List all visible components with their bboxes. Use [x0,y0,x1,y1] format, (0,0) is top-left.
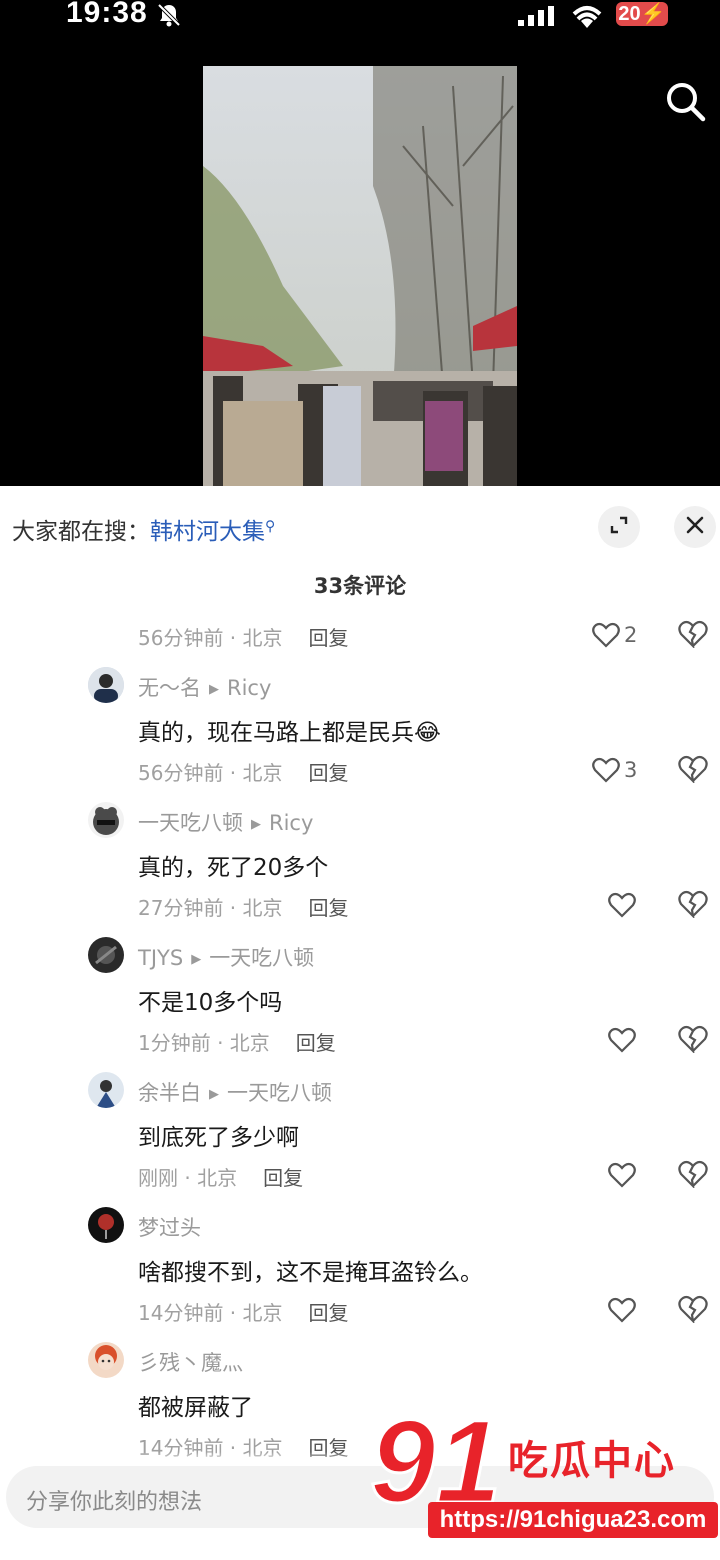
like-button[interactable] [608,890,668,920]
trending-prefix: 大家都在搜： [12,519,150,545]
video-thumbnail[interactable] [203,66,517,486]
small-search-icon: ⚲ [265,518,276,535]
comment-text: 啥都搜不到，这不是掩耳盗铃么。 [138,1260,483,1286]
comment-text: 真的，现在马路上都是民兵😂 [138,713,441,747]
broken-heart-icon [678,1025,708,1055]
avatar[interactable] [88,1207,124,1243]
author-name: TJYS [138,946,184,970]
like-button[interactable] [608,1295,668,1325]
status-bar: 19:38 20⚡ [0,0,720,40]
like-button[interactable] [608,1160,668,1190]
like-count: 2 [624,623,638,647]
expand-button[interactable] [598,506,640,548]
search-icon[interactable] [664,80,706,126]
comment-meta: 刚刚 · 北京 回复 [138,1162,303,1191]
reply-to-name: 一天吃八顿 [209,946,315,970]
dislike-button[interactable] [678,1295,710,1325]
like-button[interactable]: 3 [592,755,652,785]
cellular-signal-icon [518,6,556,30]
reply-button[interactable]: 回复 [309,896,349,920]
comment-time: 刚刚 · 北京 [138,1166,238,1190]
comment-meta: 56分钟前 · 北京 回复 [138,622,349,651]
comment-author[interactable]: 梦过头 [138,1212,201,1242]
heart-icon [592,622,620,648]
avatar[interactable] [88,1342,124,1378]
comment-author[interactable]: 一天吃八顿 ▶ Ricy [138,807,313,837]
reply-arrow-icon: ▶ [251,816,261,832]
like-count: 3 [624,758,638,782]
comment-author[interactable]: TJYS ▶ 一天吃八顿 [138,942,314,972]
comment-time: 56分钟前 · 北京 [138,626,283,650]
heart-icon [608,1027,636,1053]
battery-indicator: 20⚡ [616,2,668,26]
avatar[interactable] [88,667,124,703]
reply-arrow-icon: ▶ [191,951,202,967]
status-time: 19:38 [66,0,148,29]
dislike-button[interactable] [678,620,710,650]
comment-meta: 56分钟前 · 北京 回复 [138,757,349,786]
reply-button[interactable]: 回复 [309,1301,349,1325]
reply-to-name: Ricy [269,811,314,835]
comment-text: 不是10多个吗 [138,990,283,1016]
close-button[interactable] [674,506,716,548]
reply-button[interactable]: 回复 [263,1166,303,1190]
author-name: 一天吃八顿 [138,811,243,835]
reply-arrow-icon: ▶ [209,1086,219,1102]
watermark-title: 吃瓜中心 [508,1438,676,1484]
reply-button[interactable]: 回复 [309,761,349,785]
reply-to-name: 一天吃八顿 [227,1081,332,1105]
broken-heart-icon [678,620,708,650]
dislike-button[interactable] [678,890,710,920]
comment-text: 真的，死了20多个 [138,855,329,881]
comment-body: 真的，现在马路上都是民兵 [138,720,414,746]
comment-author[interactable]: 无～名 ▶ Ricy [138,672,271,702]
author-name: 余半白 [138,1081,201,1105]
comment-input-placeholder: 分享你此刻的想法 [26,1490,203,1515]
author-name: 无～名 [138,676,201,700]
broken-heart-icon [678,755,708,785]
like-button[interactable] [608,1025,668,1055]
comments-count: 33条评论 [313,574,407,598]
mute-bell-icon [156,2,182,32]
dislike-button[interactable] [678,1160,710,1190]
heart-icon [608,1297,636,1323]
avatar[interactable] [88,802,124,838]
reply-to-name: Ricy [227,676,272,700]
heart-icon [608,892,636,918]
watermark-url: https://91chigua23.com [428,1502,718,1538]
laughing-emoji: 😂 [414,720,441,746]
comment-time: 56分钟前 · 北京 [138,761,283,785]
comment-time: 27分钟前 · 北京 [138,896,283,920]
wifi-icon [568,2,606,34]
avatar[interactable] [88,1072,124,1108]
comment-text: 到底死了多少啊 [138,1125,299,1151]
comment-time: 1分钟前 · 北京 [138,1031,270,1055]
comment-author[interactable]: 彡残丶魔灬 [138,1347,243,1377]
trending-term-link[interactable]: 韩村河大集 [150,519,265,545]
heart-icon [608,1162,636,1188]
comment-text: 都被屏蔽了 [138,1395,253,1421]
comment-time: 14分钟前 · 北京 [138,1301,283,1325]
watermark-number: 91 [370,1402,501,1512]
dislike-button[interactable] [678,1025,710,1055]
reply-button[interactable]: 回复 [296,1031,336,1055]
reply-button[interactable]: 回复 [309,626,349,650]
avatar[interactable] [88,937,124,973]
dislike-button[interactable] [678,755,710,785]
trending-search[interactable]: 大家都在搜：韩村河大集⚲ [12,512,275,546]
comment-meta: 1分钟前 · 北京 回复 [138,1027,336,1056]
heart-icon [592,757,620,783]
comment-meta: 14分钟前 · 北京 回复 [138,1297,349,1326]
like-button[interactable]: 2 [592,620,652,650]
broken-heart-icon [678,1295,708,1325]
comment-meta: 27分钟前 · 北京 回复 [138,892,349,921]
close-icon [685,515,705,539]
comment-author[interactable]: 余半白 ▶ 一天吃八顿 [138,1077,332,1107]
broken-heart-icon [678,1160,708,1190]
broken-heart-icon [678,890,708,920]
expand-icon [610,516,628,538]
reply-arrow-icon: ▶ [209,681,219,697]
